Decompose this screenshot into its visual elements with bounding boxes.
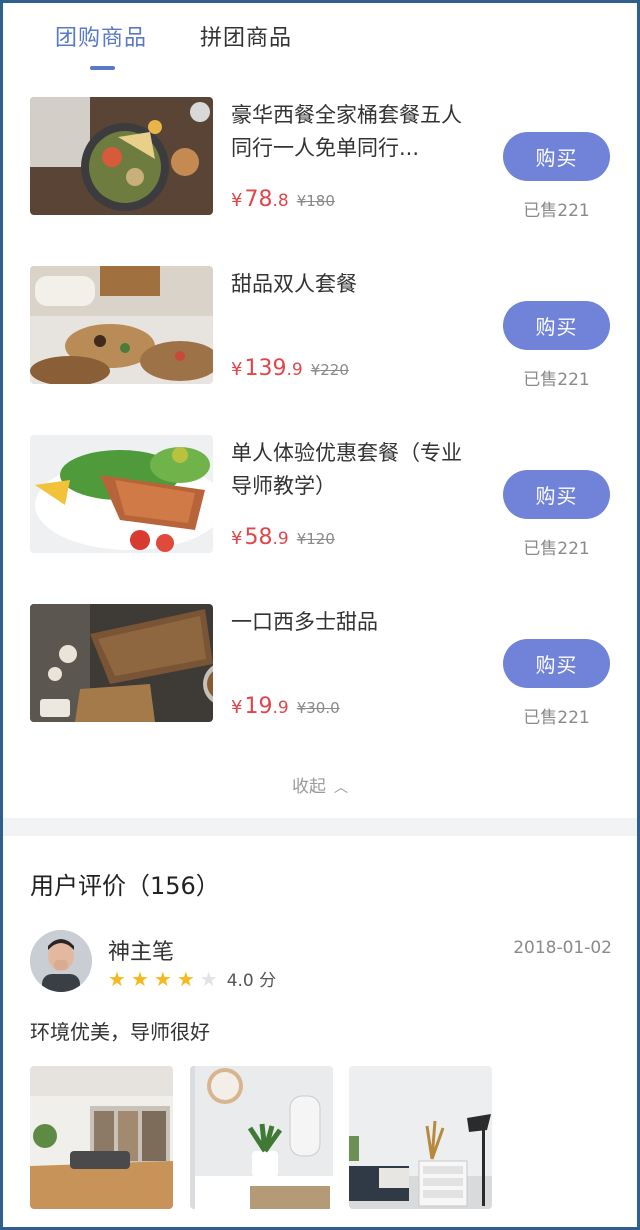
product-item[interactable]: 甜品双人套餐 ¥139.9 ¥220 购买 已售221 (0, 266, 640, 390)
sold-count: 已售221 (523, 201, 590, 221)
star-filled-icon: ★ (153, 966, 172, 991)
price-row: ¥78.8 ¥180 (231, 187, 335, 217)
product-image[interactable] (30, 266, 213, 384)
product-title: 豪华西餐全家桶套餐五人同行一人免单同行... (231, 103, 462, 160)
review-date: 2018-01-02 (513, 938, 612, 958)
current-price: ¥19.9 (231, 694, 289, 719)
review-photo[interactable] (30, 1066, 173, 1209)
original-price: ¥120 (296, 530, 335, 548)
review-photo[interactable] (349, 1066, 492, 1209)
plant-shelf-photo (190, 1066, 333, 1209)
reviews-heading: 用户评价（156） (30, 872, 220, 900)
price-row: ¥139.9 ¥220 (231, 356, 349, 386)
product-title: 一口西多士甜品 (231, 610, 378, 634)
avatar[interactable] (30, 930, 92, 992)
star-filled-icon: ★ (108, 966, 126, 991)
current-price: ¥58.9 (231, 525, 289, 550)
user-avatar-image (30, 930, 92, 992)
section-divider (0, 818, 640, 836)
tab-group-together[interactable]: 拼团商品 (200, 20, 292, 52)
collapse-label: 收起 (292, 777, 326, 797)
salmon-salad-photo (30, 435, 213, 553)
current-price: ¥139.9 (231, 356, 303, 381)
current-price: ¥78.8 (231, 187, 289, 212)
price-row: ¥19.9 ¥30.0 (231, 694, 340, 724)
product-image[interactable] (30, 435, 213, 553)
product-image[interactable] (30, 97, 213, 215)
review-photo[interactable] (190, 1066, 333, 1209)
tab-bar: 团购商品 拼团商品 (0, 0, 640, 80)
buy-button[interactable]: 购买 (503, 132, 610, 181)
star-empty-icon: ★ (199, 966, 218, 991)
bedroom-corner-photo (349, 1066, 492, 1209)
price-row: ¥58.9 ¥120 (231, 525, 335, 555)
original-price: ¥220 (310, 361, 349, 379)
collapse-toggle[interactable]: 收起 ︿ (0, 772, 640, 797)
star-filled-icon: ★ (130, 966, 149, 991)
active-tab-indicator (90, 66, 115, 70)
buy-button[interactable]: 购买 (503, 470, 610, 519)
buy-button[interactable]: 购买 (503, 639, 610, 688)
review-username[interactable]: 神主笔 (108, 934, 174, 966)
living-room-photo (30, 1066, 173, 1209)
french-toast-photo (30, 604, 213, 722)
product-title: 单人体验优惠套餐（专业导师教学） (231, 441, 462, 498)
sold-count: 已售221 (523, 708, 590, 728)
product-title: 甜品双人套餐 (231, 272, 357, 296)
sold-count: 已售221 (523, 539, 590, 559)
buy-button[interactable]: 购买 (503, 301, 610, 350)
review-text: 环境优美，导师很好 (30, 1020, 210, 1044)
product-image[interactable] (30, 604, 213, 722)
product-item[interactable]: 一口西多士甜品 ¥19.9 ¥30.0 购买 已售221 (0, 604, 640, 728)
star-filled-icon: ★ (176, 966, 195, 991)
product-item[interactable]: 单人体验优惠套餐（专业导师教学） ¥58.9 ¥120 购买 已售221 (0, 435, 640, 559)
product-item[interactable]: 豪华西餐全家桶套餐五人同行一人免单同行... ¥78.8 ¥180 购买 已售22… (0, 97, 640, 221)
rating-stars: ★ ★ ★ ★ ★ 4.0 分 (108, 966, 277, 992)
dessert-platter-photo (30, 266, 213, 384)
original-price: ¥30.0 (296, 699, 340, 717)
sold-count: 已售221 (523, 370, 590, 390)
chevron-up-icon: ︿ (334, 780, 348, 796)
tab-group-buy[interactable]: 团购商品 (55, 20, 147, 52)
rating-score: 4.0 分 (226, 971, 277, 991)
original-price: ¥180 (296, 192, 335, 210)
western-feast-photo (30, 97, 213, 215)
